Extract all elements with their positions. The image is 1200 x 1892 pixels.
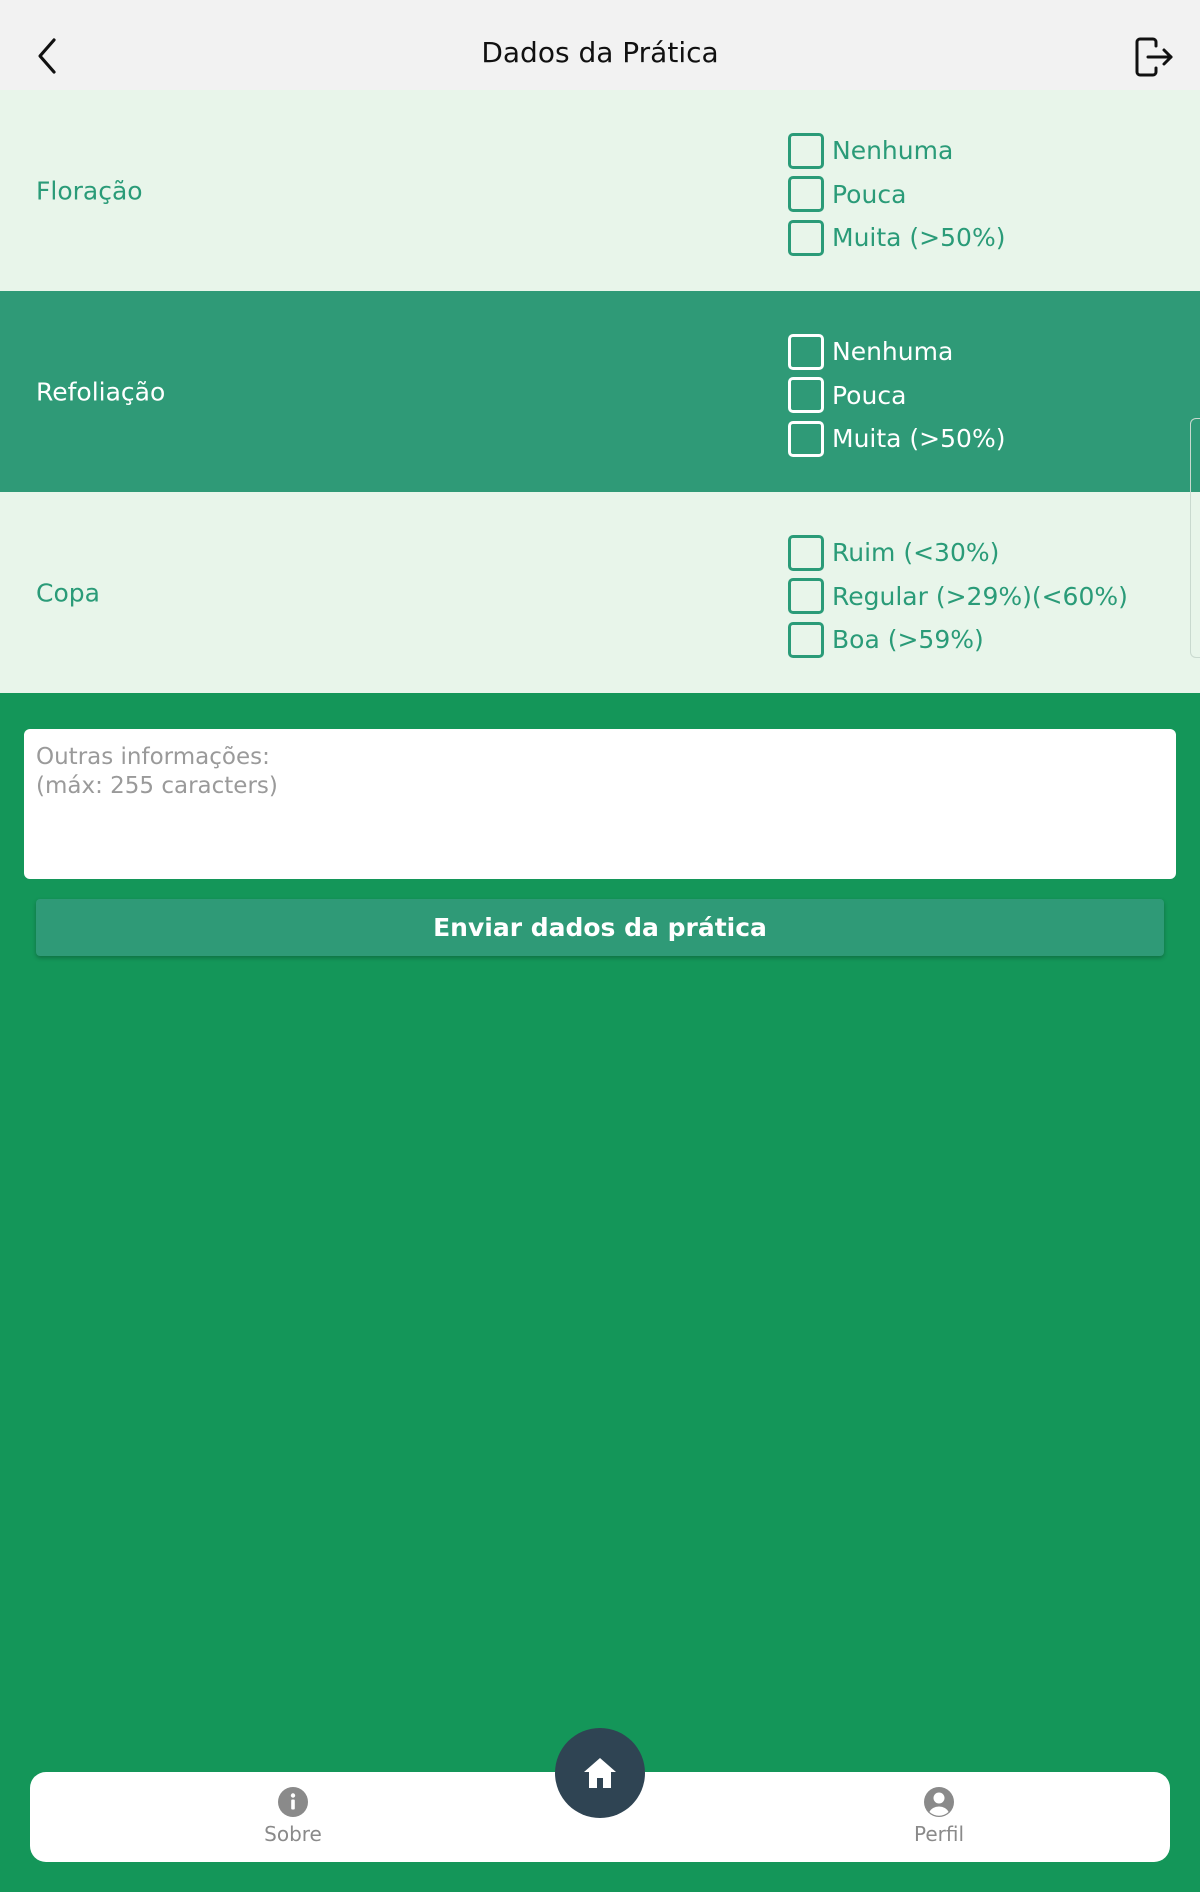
section-copa: Copa Ruim (<30%) Regular (>29%)(<60%) Bo… bbox=[0, 492, 1200, 693]
option-label: Nenhuma bbox=[832, 337, 954, 367]
option-label: Boa (>59%) bbox=[832, 625, 984, 655]
option-nenhuma[interactable]: Nenhuma bbox=[788, 330, 1005, 374]
home-icon bbox=[584, 1758, 616, 1788]
nav-item-profile[interactable]: Perfil bbox=[859, 1786, 1019, 1846]
checkbox[interactable] bbox=[788, 176, 824, 213]
nav-item-about[interactable]: Sobre bbox=[213, 1786, 373, 1846]
option-group: Ruim (<30%) Regular (>29%)(<60%) Boa (>5… bbox=[788, 531, 1128, 662]
option-muita[interactable]: Muita (>50%) bbox=[788, 216, 1005, 260]
option-group: Nenhuma Pouca Muita (>50%) bbox=[788, 129, 1005, 260]
submit-button[interactable]: Enviar dados da prática bbox=[36, 899, 1164, 956]
option-pouca[interactable]: Pouca bbox=[788, 374, 1005, 418]
option-muita[interactable]: Muita (>50%) bbox=[788, 417, 1005, 461]
checkbox[interactable] bbox=[788, 420, 824, 457]
option-boa[interactable]: Boa (>59%) bbox=[788, 618, 1128, 662]
nav-label: Sobre bbox=[264, 1822, 322, 1846]
checkbox[interactable] bbox=[788, 219, 824, 256]
home-button[interactable] bbox=[555, 1728, 645, 1818]
option-group: Nenhuma Pouca Muita (>50%) bbox=[788, 330, 1005, 461]
section-refoliacao: Refoliação Nenhuma Pouca Muita (>50%) bbox=[0, 291, 1200, 492]
section-label: Refoliação bbox=[36, 377, 166, 406]
checkbox[interactable] bbox=[788, 333, 824, 370]
user-icon bbox=[924, 1787, 954, 1817]
section-label: Copa bbox=[36, 578, 100, 607]
info-icon bbox=[278, 1787, 308, 1817]
option-ruim[interactable]: Ruim (<30%) bbox=[788, 531, 1128, 575]
nav-label: Perfil bbox=[913, 1822, 965, 1846]
option-label: Muita (>50%) bbox=[832, 223, 1006, 253]
option-label: Ruim (<30%) bbox=[832, 538, 1000, 568]
app-header: Dados da Prática bbox=[0, 0, 1200, 90]
logout-icon[interactable] bbox=[1134, 36, 1174, 78]
notes-input[interactable] bbox=[24, 729, 1176, 879]
option-label: Pouca bbox=[832, 380, 907, 410]
checkbox[interactable] bbox=[788, 621, 824, 658]
section-floracao: Floração Nenhuma Pouca Muita (>50%) bbox=[0, 90, 1200, 291]
option-pouca[interactable]: Pouca bbox=[788, 173, 1005, 217]
option-label: Nenhuma bbox=[832, 136, 954, 166]
checkbox[interactable] bbox=[788, 132, 824, 169]
checkbox[interactable] bbox=[788, 377, 824, 414]
option-label: Regular (>29%)(<60%) bbox=[832, 581, 1128, 611]
option-label: Pouca bbox=[832, 179, 907, 209]
option-label: Muita (>50%) bbox=[832, 424, 1006, 454]
checkbox[interactable] bbox=[788, 534, 824, 571]
section-label: Floração bbox=[36, 176, 143, 205]
page-title: Dados da Prática bbox=[481, 36, 719, 69]
checkbox[interactable] bbox=[788, 578, 824, 615]
option-nenhuma[interactable]: Nenhuma bbox=[788, 129, 1005, 173]
scrollbar[interactable] bbox=[1190, 418, 1200, 658]
option-regular[interactable]: Regular (>29%)(<60%) bbox=[788, 575, 1128, 619]
